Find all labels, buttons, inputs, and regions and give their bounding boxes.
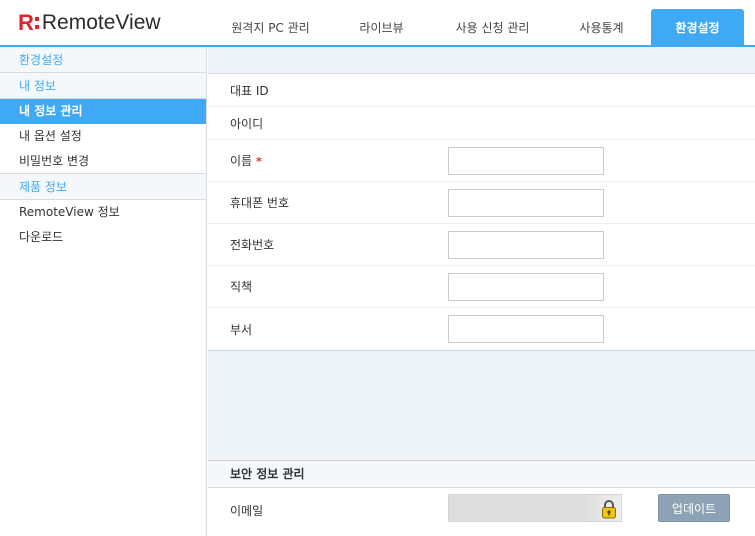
mobile-input[interactable] — [448, 188, 604, 217]
user-id-label: 아이디 — [230, 116, 264, 131]
name-label: 이름 * — [230, 152, 262, 169]
remoteview-logo[interactable]: R RemoteView — [18, 9, 161, 37]
form-row-mobile: 휴대폰 번호 — [208, 182, 755, 224]
position-input[interactable] — [448, 272, 604, 301]
department-label: 부서 — [230, 322, 253, 337]
sidebar-item-remoteview-info[interactable]: RemoteView 정보 — [0, 200, 206, 225]
department-input[interactable] — [448, 315, 604, 343]
app-header: R RemoteView 원격지 PC 관리 라이브뷰 사용 신청 관리 사용통… — [0, 0, 755, 47]
tab-live-view[interactable]: 라이브뷰 — [333, 9, 430, 45]
logo-letter: R — [18, 10, 34, 35]
form-row-phone: 전화번호 — [208, 224, 755, 266]
form-row-email: 이메일 업데이트 — [208, 488, 755, 532]
content-top-band — [208, 47, 755, 74]
sidebar-group-product-info[interactable]: 제품 정보 — [0, 174, 206, 200]
sidebar-item-my-options[interactable]: 내 옵션 설정 — [0, 124, 206, 149]
form-row-user-id: 아이디 — [208, 107, 755, 140]
sidebar-item-my-info-management[interactable]: 내 정보 관리 — [0, 99, 206, 124]
logo-dots-icon — [34, 17, 39, 29]
representative-id-label: 대표 ID — [230, 83, 269, 98]
tab-usage-request-management[interactable]: 사용 신청 관리 — [430, 9, 555, 45]
position-label: 직책 — [230, 280, 253, 294]
form-row-name: 이름 * — [208, 140, 755, 182]
required-mark: * — [256, 155, 262, 168]
email-label: 이메일 — [230, 504, 264, 518]
sidebar: 환경설정 내 정보 내 정보 관리 내 옵션 설정 비밀번호 변경 제품 정보 … — [0, 47, 207, 536]
sidebar-item-change-password[interactable]: 비밀번호 변경 — [0, 149, 206, 174]
security-section-title: 보안 정보 관리 — [208, 461, 755, 488]
tab-remote-pc-management[interactable]: 원격지 PC 관리 — [208, 9, 333, 45]
mobile-label: 휴대폰 번호 — [230, 196, 290, 210]
sidebar-header: 환경설정 — [0, 47, 206, 73]
phone-label: 전화번호 — [230, 238, 275, 252]
lock-icon — [602, 500, 616, 519]
sidebar-group-my-info[interactable]: 내 정보 — [0, 73, 206, 99]
main-nav-tabs: 원격지 PC 관리 라이브뷰 사용 신청 관리 사용통계 환경설정 — [208, 9, 744, 47]
name-label-text: 이름 — [230, 154, 253, 168]
content-spacer-band — [208, 350, 755, 461]
phone-input[interactable] — [448, 230, 604, 259]
tab-settings[interactable]: 환경설정 — [651, 9, 744, 45]
form-row-position: 직책 — [208, 266, 755, 308]
update-button[interactable]: 업데이트 — [658, 494, 730, 522]
form-row-department: 부서 — [208, 308, 755, 350]
sidebar-item-download[interactable]: 다운로드 — [0, 225, 206, 250]
email-field — [448, 494, 622, 522]
logo-text: RemoteView — [41, 11, 161, 34]
name-input[interactable] — [448, 146, 604, 175]
main-content: 대표 ID 아이디 이름 * 휴대폰 번호 전화번호 직책 부서 보안 정보 관리… — [208, 47, 755, 536]
form-row-representative-id: 대표 ID — [208, 74, 755, 107]
tab-usage-statistics[interactable]: 사용통계 — [555, 9, 648, 45]
